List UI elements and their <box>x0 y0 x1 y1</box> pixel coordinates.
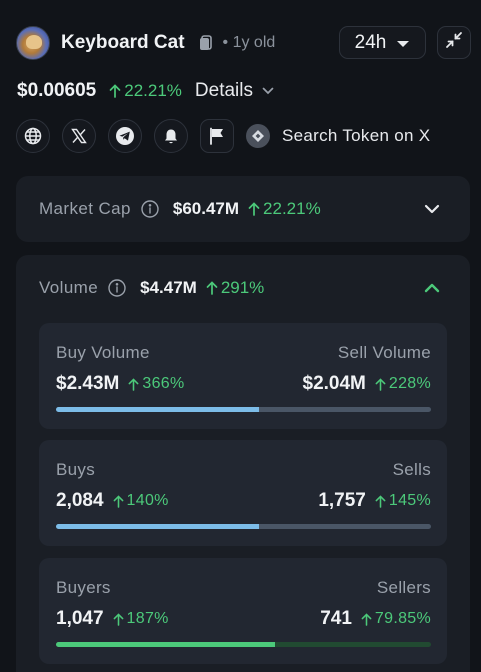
buys-change: 140% <box>113 492 169 510</box>
buyers-sellers-ratio-bar <box>56 642 431 647</box>
buyers-fill <box>56 642 276 647</box>
volume-header[interactable]: Volume $4.47M 291% <box>39 255 264 321</box>
telegram-button[interactable] <box>108 119 142 153</box>
price-row: $0.00605 22.21% Details <box>17 78 274 104</box>
buy-volume-value: $2.43M <box>56 373 120 394</box>
minimize-button[interactable] <box>437 26 471 59</box>
sells-change: 145% <box>375 492 431 510</box>
website-button[interactable] <box>16 119 50 153</box>
arrow-up-icon <box>128 377 139 391</box>
token-age: • 1y old <box>222 34 276 51</box>
sell-volume-fill <box>258 407 431 412</box>
chevron-up-icon[interactable] <box>424 280 440 298</box>
volume-card: Volume $4.47M 291% Buy Volume Sell Volum… <box>16 255 470 672</box>
minimize-icon <box>445 31 463 54</box>
info-icon[interactable] <box>108 279 126 297</box>
arrow-up-icon <box>206 281 218 295</box>
buy-volume-label: Buy Volume <box>56 343 150 362</box>
buys-sells-ratio-bar <box>56 524 431 529</box>
search-token-label: Search Token on X <box>282 126 431 145</box>
market-cap-card[interactable]: Market Cap $60.47M 22.21% <box>16 176 470 242</box>
alert-button[interactable] <box>154 119 188 153</box>
token-header: Keyboard Cat • 1y old 24h <box>16 26 471 60</box>
market-cap-value: $60.47M <box>172 199 240 218</box>
x-logo-icon <box>71 128 87 144</box>
buy-sell-volume-ratio-bar <box>56 407 431 412</box>
sell-volume-label: Sell Volume <box>337 343 431 362</box>
arrow-up-icon <box>113 494 123 508</box>
social-links: Search Token on X <box>16 119 430 153</box>
sellers-label: Sellers <box>376 578 431 597</box>
token-name: Keyboard Cat <box>61 32 185 53</box>
buys-fill <box>56 524 259 529</box>
arrow-up-icon <box>375 494 386 508</box>
arrow-up-icon <box>361 612 372 626</box>
binance-icon <box>246 124 270 148</box>
buyers-value: 1,047 <box>56 608 104 629</box>
search-token-on-x-link[interactable]: Search Token on X <box>246 124 430 148</box>
volume-change: 291% <box>206 278 264 298</box>
info-icon[interactable] <box>141 200 159 218</box>
details-label: Details <box>194 80 253 101</box>
sellers-fill <box>275 642 431 647</box>
volume-label: Volume <box>39 278 99 297</box>
token-price: $0.00605 <box>17 80 97 101</box>
arrow-up-icon <box>113 612 123 626</box>
sellers-value: 741 <box>320 608 352 629</box>
arrow-up-icon <box>375 377 386 391</box>
price-change: 22.21% <box>109 81 182 101</box>
copy-icon[interactable] <box>199 35 213 51</box>
arrow-up-icon <box>248 202 260 216</box>
bell-icon <box>165 129 177 143</box>
caret-down-icon <box>396 32 410 54</box>
chevron-down-icon[interactable] <box>424 201 440 219</box>
sellers-change: 79.85% <box>361 610 431 628</box>
globe-icon <box>24 127 42 145</box>
volume-value: $4.47M <box>140 278 197 297</box>
details-toggle[interactable]: Details <box>195 80 274 102</box>
x-twitter-button[interactable] <box>62 119 96 153</box>
sell-volume-change: 228% <box>375 375 431 393</box>
sells-value: 1,757 <box>318 490 366 511</box>
sells-label: Sells <box>392 460 431 479</box>
sell-volume-value: $2.04M <box>302 373 366 394</box>
buy-volume-change: 366% <box>128 375 184 393</box>
report-button[interactable] <box>200 119 234 153</box>
buys-sells-panel: Buys Sells 2,084 140% 1,757 145% <box>39 440 447 546</box>
buys-label: Buys <box>56 460 95 479</box>
flag-icon <box>210 127 223 145</box>
sells-fill <box>258 524 431 529</box>
buy-sell-volume-panel: Buy Volume Sell Volume $2.43M 366% $2.04… <box>39 323 447 429</box>
arrow-up-icon <box>109 84 121 98</box>
buys-value: 2,084 <box>56 490 104 511</box>
buyers-label: Buyers <box>56 578 111 597</box>
timeframe-select[interactable]: 24h <box>339 26 426 59</box>
market-cap-label: Market Cap <box>39 199 131 218</box>
buyers-change: 187% <box>113 610 169 628</box>
buy-volume-fill <box>56 407 259 412</box>
market-cap-change: 22.21% <box>248 199 321 219</box>
timeframe-value: 24h <box>354 31 387 53</box>
telegram-icon <box>116 127 134 145</box>
chevron-down-icon <box>262 87 274 95</box>
token-avatar <box>16 26 50 60</box>
buyers-sellers-panel: Buyers Sellers 1,047 187% 741 79.85% <box>39 558 447 664</box>
